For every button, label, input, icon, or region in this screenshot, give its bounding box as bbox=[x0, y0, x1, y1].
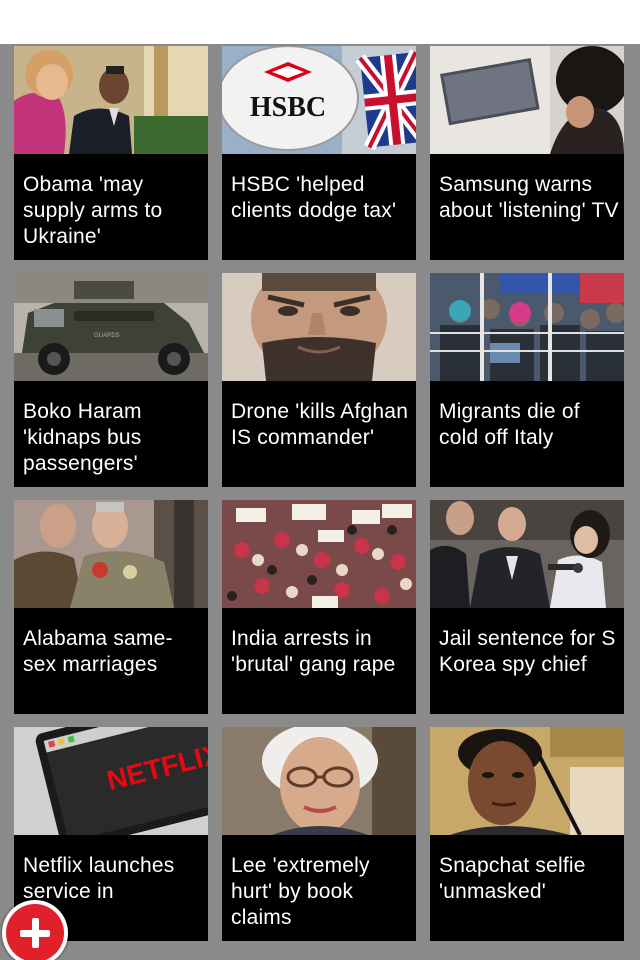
story-headline: Drone 'kills Afghan IS commander' bbox=[231, 400, 409, 449]
story-headline: Netflix launches service in bbox=[23, 854, 175, 903]
story-card-lee[interactable]: Lee 'extremely hurt' by book claims bbox=[222, 727, 416, 941]
story-thumbnail: GUARDS bbox=[14, 273, 208, 381]
story-card-boko-haram[interactable]: GUARDS Boko Haram 'kidnaps bus passenger… bbox=[14, 273, 208, 487]
story-headline: Boko Haram 'kidnaps bus passengers' bbox=[23, 400, 142, 475]
story-headline: Samsung warns about 'listening' TV bbox=[439, 173, 619, 222]
story-card-samsung[interactable]: Samsung warns about 'listening' TV bbox=[430, 46, 624, 260]
story-card-drone[interactable]: Drone 'kills Afghan IS commander' bbox=[222, 273, 416, 487]
hsbc-logo-text: HSBC bbox=[250, 92, 326, 123]
story-thumbnail bbox=[430, 46, 624, 154]
story-card-migrants[interactable]: Migrants die of cold off Italy bbox=[430, 273, 624, 487]
story-headline: Alabama same-sex marriages bbox=[23, 627, 173, 676]
story-headline: Jail sentence for S Korea spy chief bbox=[439, 627, 616, 676]
story-thumbnail bbox=[14, 500, 208, 608]
story-card-obama[interactable]: Obama 'may supply arms to Ukraine' bbox=[14, 46, 208, 260]
story-thumbnail bbox=[222, 727, 416, 835]
story-thumbnail: HSBC bbox=[222, 46, 416, 154]
svg-text:GUARDS: GUARDS bbox=[94, 333, 120, 339]
story-thumbnail bbox=[430, 273, 624, 381]
add-icon bbox=[6, 904, 64, 960]
story-card-india[interactable]: India arrests in 'brutal' gang rape bbox=[222, 500, 416, 714]
add-button[interactable] bbox=[2, 900, 68, 960]
story-thumbnail bbox=[14, 46, 208, 154]
story-grid: Obama 'may supply arms to Ukraine' HSBC … bbox=[0, 44, 640, 960]
story-card-south-korea[interactable]: Jail sentence for S Korea spy chief bbox=[430, 500, 624, 714]
story-headline: Migrants die of cold off Italy bbox=[439, 400, 580, 449]
story-card-alabama[interactable]: Alabama same-sex marriages bbox=[14, 500, 208, 714]
top-bar bbox=[0, 0, 640, 44]
story-thumbnail: NETFLIX bbox=[14, 727, 208, 835]
story-headline: Obama 'may supply arms to Ukraine' bbox=[23, 173, 163, 248]
story-thumbnail bbox=[222, 500, 416, 608]
story-headline: India arrests in 'brutal' gang rape bbox=[231, 627, 396, 676]
story-card-snapchat[interactable]: Snapchat selfie 'unmasked' bbox=[430, 727, 624, 941]
story-headline: Lee 'extremely hurt' by book claims bbox=[231, 854, 370, 929]
story-headline: Snapchat selfie 'unmasked' bbox=[439, 854, 586, 903]
story-headline: HSBC 'helped clients dodge tax' bbox=[231, 173, 397, 222]
story-card-hsbc[interactable]: HSBC HSBC 'helped clients dodge tax' bbox=[222, 46, 416, 260]
story-thumbnail bbox=[430, 500, 624, 608]
story-thumbnail bbox=[430, 727, 624, 835]
story-thumbnail bbox=[222, 273, 416, 381]
